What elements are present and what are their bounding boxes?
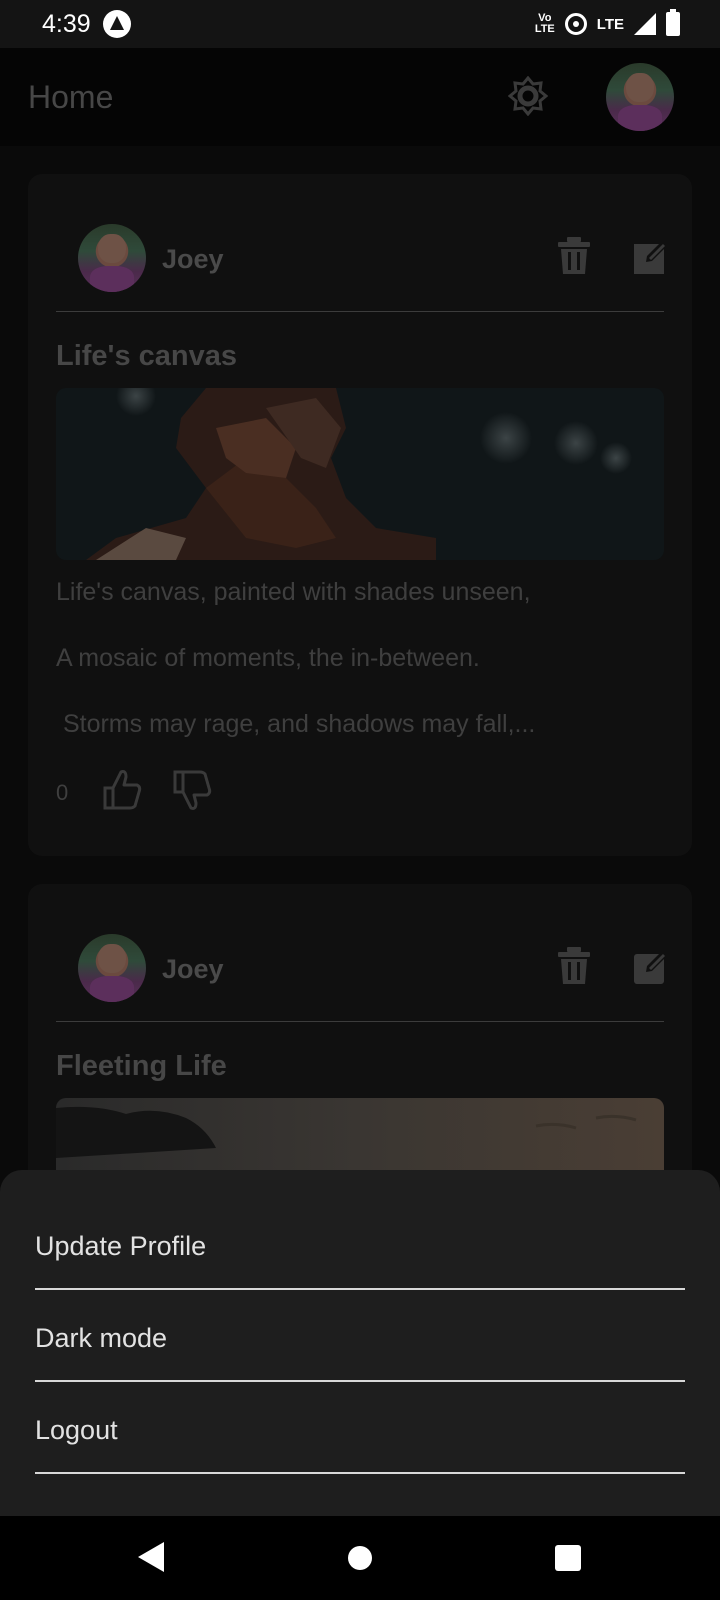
home-icon[interactable] (348, 1546, 372, 1570)
status-time: 4:39 (42, 9, 91, 38)
avatar-image (78, 224, 146, 292)
reaction-count: 0 (56, 780, 69, 805)
post-title: Life's canvas (56, 340, 237, 372)
post-header: Joey (78, 934, 668, 1002)
post-title: Fleeting Life (56, 1050, 227, 1082)
menu-item-logout[interactable]: Logout (35, 1382, 685, 1474)
trash-icon[interactable] (556, 236, 592, 276)
menu-item-dark-mode[interactable]: Dark mode (35, 1290, 685, 1382)
author-avatar[interactable] (78, 934, 146, 1002)
post-header: Joey (78, 224, 668, 292)
edit-icon[interactable] (630, 946, 670, 986)
author-avatar[interactable] (78, 224, 146, 292)
battery-icon (666, 9, 680, 36)
app-bar: Home (0, 48, 720, 146)
volte-indicator: Vo LTE (534, 12, 555, 35)
thumbs-down-icon[interactable] (172, 768, 212, 812)
page-title: Home (28, 78, 114, 115)
menu-item-update-profile[interactable]: Update Profile (35, 1198, 685, 1290)
post-divider (56, 1021, 664, 1022)
avatar-image (606, 63, 674, 131)
options-bottom-sheet: Update Profile Dark mode Logout (0, 1170, 720, 1516)
post-image[interactable] (56, 1098, 664, 1170)
post-card: Joey Life's canvas Life's canvas, painte… (28, 174, 692, 856)
thumbs-up-icon[interactable] (102, 768, 142, 812)
signal-icon (634, 13, 656, 35)
hotspot-icon (564, 13, 587, 35)
post-image[interactable] (56, 388, 664, 560)
trash-icon[interactable] (556, 946, 592, 986)
post-text-line: A mosaic of moments, the in-between. (56, 644, 480, 672)
back-icon[interactable] (138, 1542, 164, 1572)
profile-avatar[interactable] (606, 63, 674, 131)
edit-icon[interactable] (630, 236, 670, 276)
avatar-image (78, 934, 146, 1002)
app-notification-icon (102, 10, 131, 38)
system-nav-bar (0, 1516, 720, 1600)
post-author[interactable]: Joey (162, 954, 224, 985)
post-author[interactable]: Joey (162, 244, 224, 275)
status-indicators: Vo LTE LTE (534, 9, 680, 36)
post-text-line: Storms may rage, and shadows may fall,..… (56, 710, 536, 738)
post-card: Joey Fleeting Life (28, 884, 692, 1170)
network-type: LTE (596, 15, 624, 33)
brightness-icon[interactable] (507, 75, 549, 117)
status-bar: 4:39 Vo LTE LTE (0, 0, 720, 48)
post-text-line: Life's canvas, painted with shades unsee… (56, 578, 531, 606)
post-feed[interactable]: Joey Life's canvas Life's canvas, painte… (0, 146, 720, 1170)
recents-icon[interactable] (555, 1545, 581, 1571)
post-divider (56, 311, 664, 312)
